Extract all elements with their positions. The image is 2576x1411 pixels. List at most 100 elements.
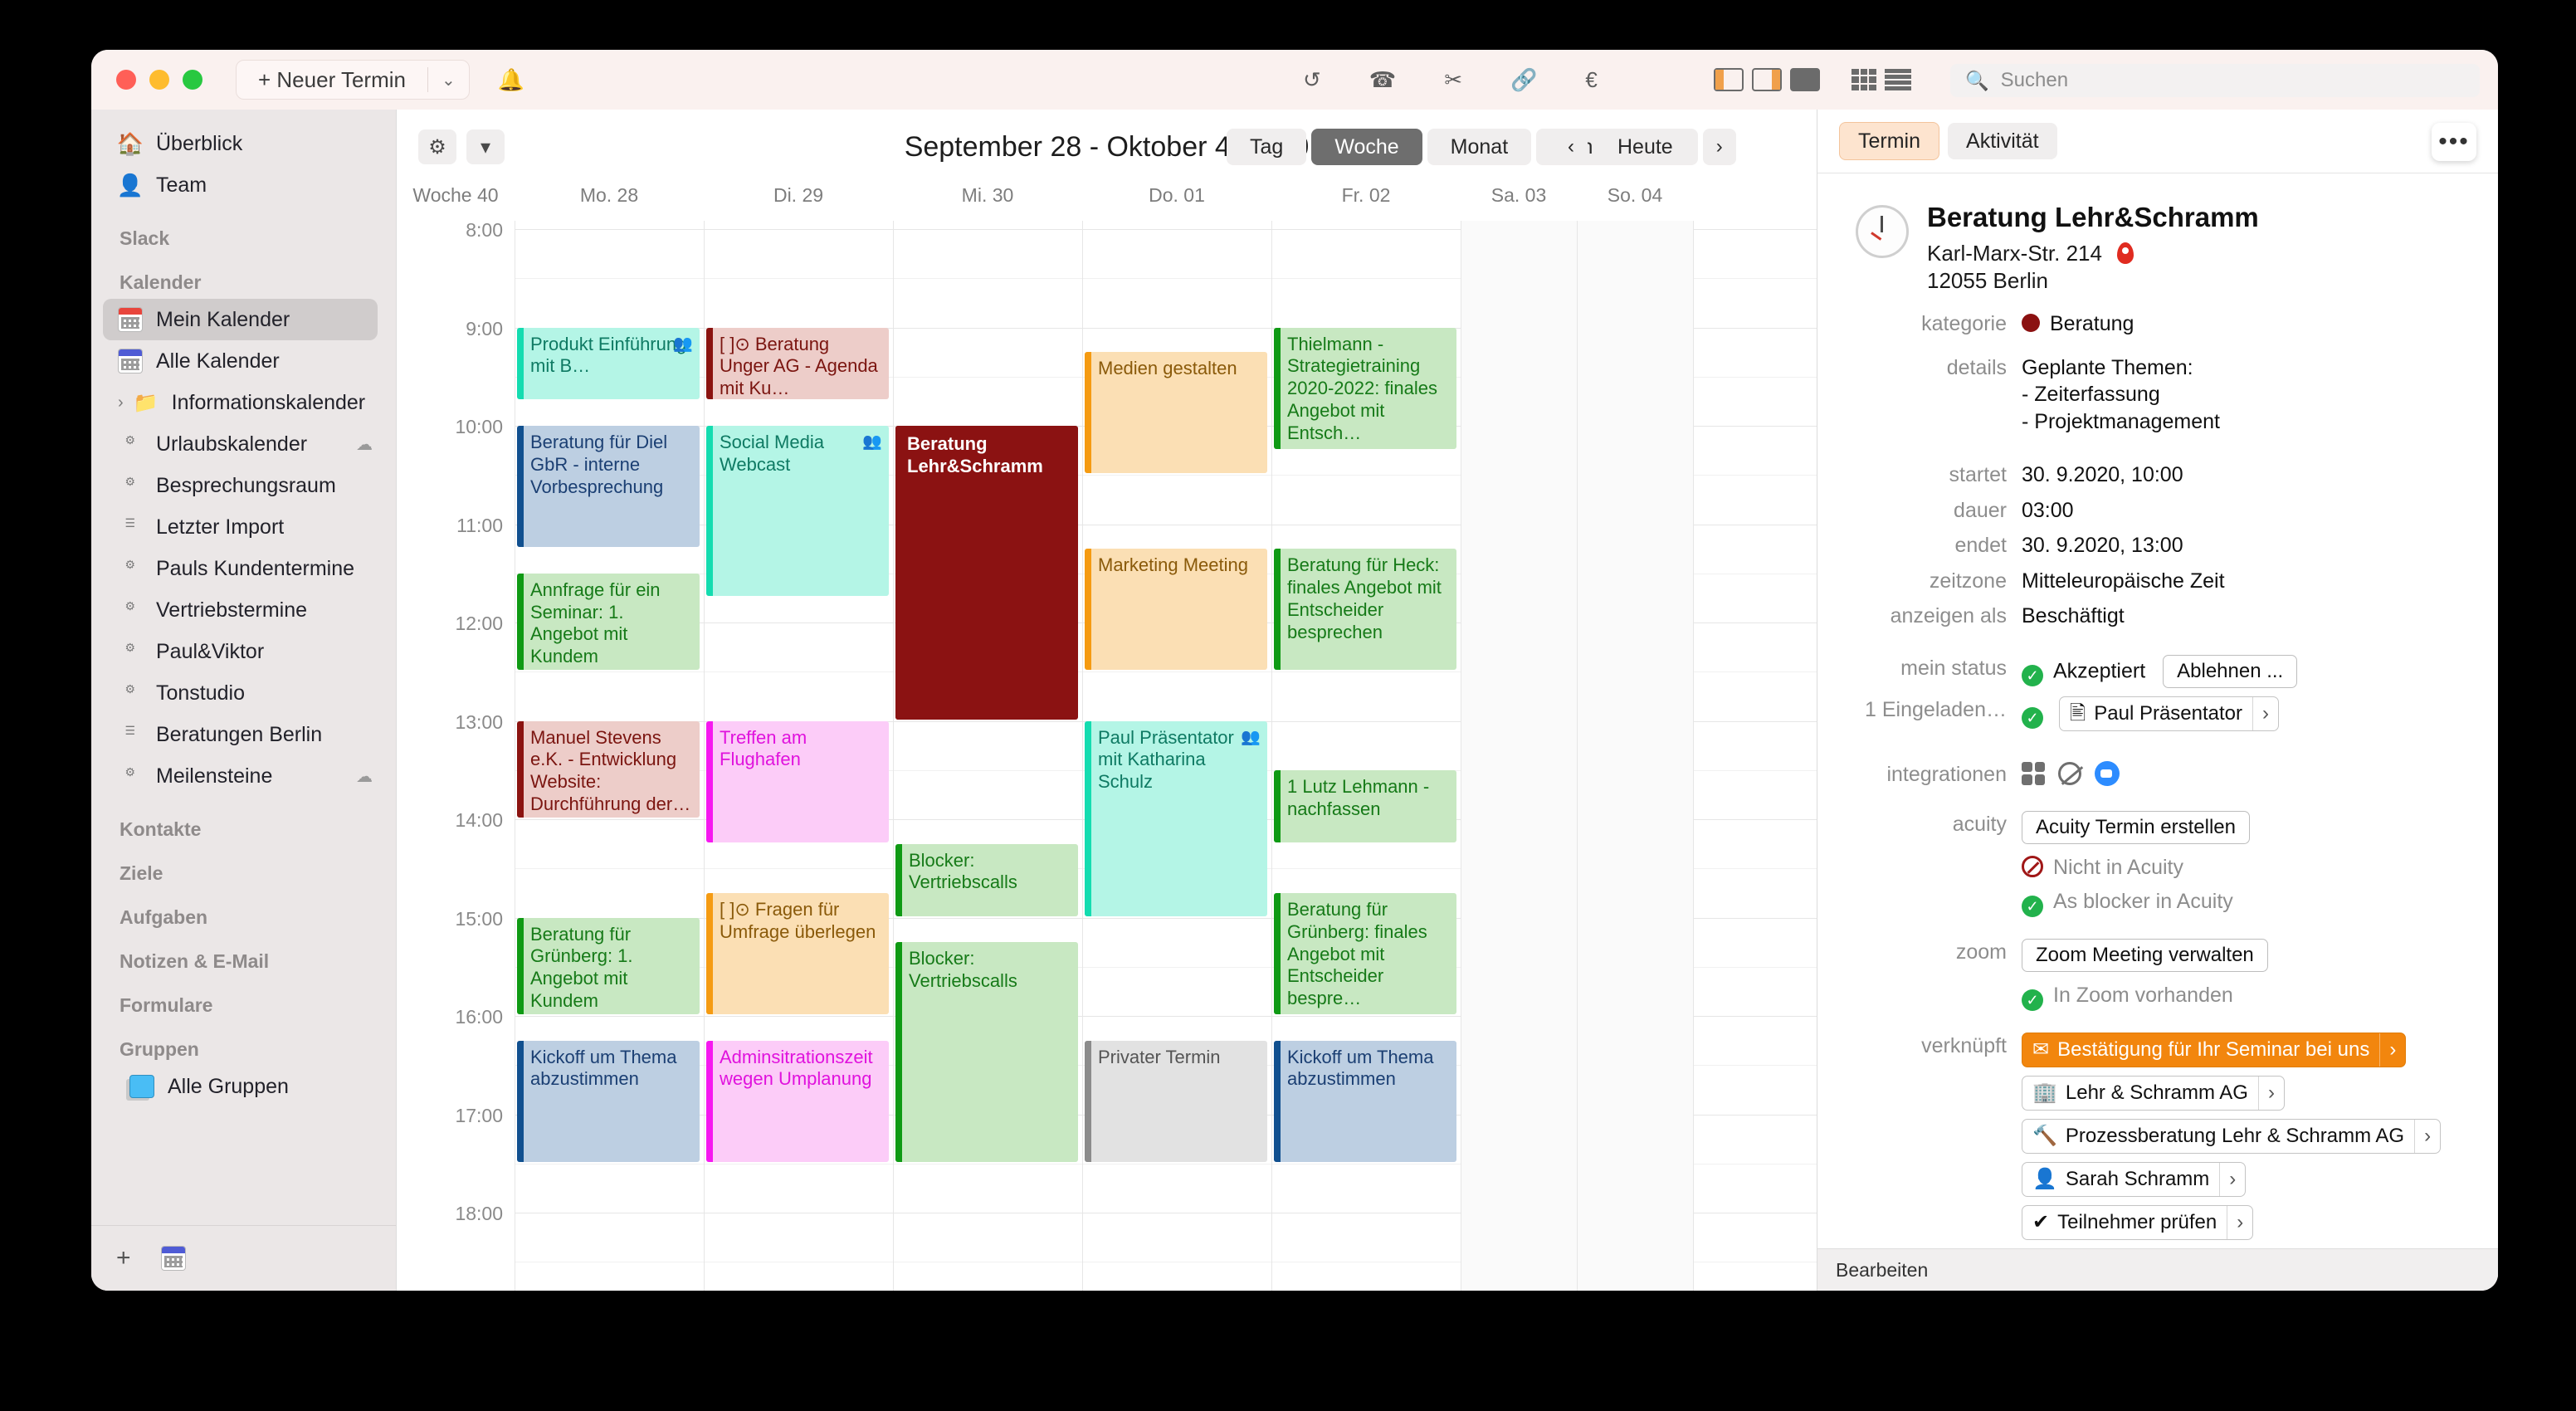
phone-icon[interactable]: ☎ xyxy=(1369,67,1396,93)
calendar-icon[interactable] xyxy=(160,1246,186,1271)
calendar-event[interactable]: Marketing Meeting xyxy=(1085,549,1267,671)
today-button[interactable]: Heute xyxy=(1593,129,1698,165)
left-panel-toggle-icon[interactable] xyxy=(1714,68,1744,91)
maximize-window-button[interactable] xyxy=(183,70,202,90)
sidebar-item-alle-gruppen[interactable]: Alle Gruppen xyxy=(91,1066,396,1107)
calendar-event[interactable]: Beratung für Grünberg: 1. Angebot mit Ku… xyxy=(517,917,700,1014)
sidebar-item-besprechungsraum[interactable]: ⚙ Besprechungsraum xyxy=(91,465,396,506)
week-number-label: Woche 40 xyxy=(412,184,499,206)
calendar-event[interactable]: Blocker: Vertriebscalls xyxy=(895,942,1078,1162)
more-options-button[interactable]: ••• xyxy=(2432,123,2476,161)
zoom-icon[interactable] xyxy=(2095,760,2120,786)
calendar-event[interactable]: 👥 Social Media Webcast xyxy=(706,426,889,597)
contact-card-icon: 🖹 xyxy=(2069,701,2086,725)
euro-icon[interactable]: € xyxy=(1585,67,1597,93)
slack-icon[interactable] xyxy=(2022,761,2045,785)
calendar-event[interactable]: 1 Lutz Lehmann - nachfassen xyxy=(1274,769,1456,842)
new-appointment-button[interactable]: + Neuer Termin ⌄ xyxy=(236,60,470,100)
chevron-right-icon[interactable]: › xyxy=(118,393,124,413)
day-header-6[interactable]: So. 04 xyxy=(1577,184,1693,221)
sidebar-item-tonstudio[interactable]: ⚙ Tonstudio xyxy=(91,672,396,714)
both-panels-toggle-icon[interactable] xyxy=(1790,68,1820,91)
list-view-icon[interactable] xyxy=(1885,69,1911,90)
attachment-icon[interactable]: 🔗 xyxy=(1510,67,1537,93)
decline-button[interactable]: Ablehnen ... xyxy=(2163,654,2298,688)
calendar-event[interactable]: Manuel Stevens e.K. - Entwicklung Websit… xyxy=(517,720,700,818)
calendar-event[interactable]: Kickoff um Thema abzustimmen xyxy=(1274,1040,1456,1162)
sidebar-item-urlaubskalender[interactable]: ⚙ Urlaubskalender ☁ xyxy=(91,423,396,465)
prev-week-button[interactable]: ‹ xyxy=(1554,129,1588,165)
day-header-3[interactable]: Do. 01 xyxy=(1082,184,1271,221)
clock-list-icon: ☰ xyxy=(124,516,135,530)
calendar-event[interactable]: Annfrage für ein Seminar: 1. Angebot mit… xyxy=(517,573,700,671)
calendar-event[interactable]: Blocker: Vertriebscalls xyxy=(895,843,1078,916)
event-color-bar xyxy=(1274,549,1281,671)
day-header-4[interactable]: Fr. 02 xyxy=(1271,184,1461,221)
chevron-down-icon[interactable]: ⌄ xyxy=(428,70,469,90)
sidebar-item-überblick[interactable]: 🏠 Überblick xyxy=(91,123,396,164)
sidebar-item-mein-kalender[interactable]: Mein Kalender xyxy=(103,299,378,340)
calendar-event[interactable]: Kickoff um Thema abzustimmen xyxy=(517,1040,700,1162)
calendar-event[interactable]: Medien gestalten xyxy=(1085,352,1267,474)
calendar-event[interactable]: Treffen am Flughafen xyxy=(706,720,889,842)
chevron-right-icon[interactable]: › xyxy=(2227,1205,2252,1239)
calendar-event[interactable]: 👥 Paul Präsentator mit Katharina Schulz xyxy=(1085,720,1267,916)
linked-item-token[interactable]: ✉ Bestätigung für Ihr Seminar bei uns › xyxy=(2022,1032,2407,1067)
calendar-event[interactable]: Beratung Lehr&Schramm xyxy=(895,426,1078,720)
calendar-event[interactable]: Beratung für Heck: finales Angebot mit E… xyxy=(1274,549,1456,671)
user-cut-icon[interactable]: ✂ xyxy=(1444,67,1462,93)
create-acuity-appointment-button[interactable]: Acuity Termin erstellen xyxy=(2022,811,2250,844)
day-header-0[interactable]: Mo. 28 xyxy=(515,184,704,221)
view-tab-tag[interactable]: Tag xyxy=(1227,129,1307,165)
sidebar-item-vertriebstermine[interactable]: ⚙ Vertriebstermine xyxy=(91,589,396,631)
gear-icon[interactable]: ⚙ xyxy=(418,129,456,164)
search-input[interactable]: 🔍 Suchen xyxy=(1950,64,2480,97)
linked-item-token[interactable]: 🏢 Lehr & Schramm AG › xyxy=(2022,1075,2285,1111)
sidebar-item-paul-viktor[interactable]: ⚙ Paul&Viktor xyxy=(91,631,396,672)
manage-zoom-meeting-button[interactable]: Zoom Meeting verwalten xyxy=(2022,938,2268,972)
calendar-event[interactable]: Adminsitrationszeit wegen Umplanung xyxy=(706,1040,889,1162)
right-panel-toggle-icon[interactable] xyxy=(1752,68,1782,91)
view-tab-woche[interactable]: Woche xyxy=(1311,129,1422,165)
view-tab-monat[interactable]: Monat xyxy=(1427,129,1532,165)
minimize-window-button[interactable] xyxy=(149,70,169,90)
chevron-right-icon[interactable]: › xyxy=(2257,1076,2284,1110)
calendar-event[interactable]: Beratung für Diel GbR - interne Vorbespr… xyxy=(517,426,700,548)
sidebar-item-meilensteine[interactable]: ⚙ Meilensteine ☁ xyxy=(91,755,396,797)
calendar-event[interactable]: [ ]⊙ Beratung Unger AG - Agenda mit Ku… xyxy=(706,327,889,400)
day-header-5[interactable]: Sa. 03 xyxy=(1461,184,1577,221)
sidebar-item-beratungen-berlin[interactable]: ☰ Beratungen Berlin xyxy=(91,714,396,755)
chevron-right-icon[interactable]: › xyxy=(2252,696,2278,730)
add-button[interactable]: + xyxy=(116,1244,131,1272)
filter-icon[interactable]: ▾ xyxy=(466,129,505,164)
panel-tab-termin[interactable]: Termin xyxy=(1839,122,1940,160)
calendar-event[interactable]: Thielmann - Strategietraining 2020-2022:… xyxy=(1274,327,1456,449)
linked-item-token[interactable]: 🔨 Prozessberatung Lehr & Schramm AG › xyxy=(2022,1118,2442,1154)
sidebar-item-pauls-kundentermine[interactable]: ⚙ Pauls Kundentermine xyxy=(91,548,396,589)
day-header-1[interactable]: Di. 29 xyxy=(704,184,893,221)
invitee-token[interactable]: 🖹 Paul Präsentator › xyxy=(2058,696,2280,731)
sidebar-item-alle-kalender[interactable]: Alle Kalender xyxy=(91,340,396,382)
map-pin-icon[interactable] xyxy=(2116,242,2134,265)
calendar-event[interactable]: [ ]⊙ Fragen für Umfrage überlegen xyxy=(706,892,889,1014)
linked-item-token[interactable]: ✔ Teilnehmer prüfen › xyxy=(2022,1204,2254,1240)
linked-item-token[interactable]: 👤 Sarah Schramm › xyxy=(2022,1161,2247,1197)
panel-footer[interactable]: Bearbeiten xyxy=(1817,1248,2498,1291)
chevron-right-icon[interactable]: › xyxy=(2414,1119,2440,1153)
calendar-event[interactable]: Privater Termin xyxy=(1085,1040,1267,1162)
sidebar-item-letzter-import[interactable]: ☰ Letzter Import xyxy=(91,506,396,548)
chevron-right-icon[interactable]: › xyxy=(2219,1162,2245,1196)
bell-icon[interactable]: 🔔 xyxy=(498,67,524,93)
grid-view-icon[interactable] xyxy=(1852,69,1876,90)
close-window-button[interactable] xyxy=(116,70,136,90)
day-header-2[interactable]: Mi. 30 xyxy=(893,184,1082,221)
calendar-event[interactable]: Beratung für Grünberg: finales Angebot m… xyxy=(1274,892,1456,1014)
sidebar-item-team[interactable]: 👤 Team xyxy=(91,164,396,206)
calendar-event[interactable]: 👥 Produkt Einführung mit B… xyxy=(517,327,700,400)
undo-icon[interactable]: ↺ xyxy=(1303,67,1321,93)
acuity-icon[interactable] xyxy=(2058,761,2081,785)
sidebar-item-informationskalender[interactable]: › 📁 Informationskalender xyxy=(91,382,396,423)
next-week-button[interactable]: › xyxy=(1702,129,1736,165)
panel-tab-aktivität[interactable]: Aktivität xyxy=(1948,123,2057,159)
chevron-right-icon[interactable]: › xyxy=(2379,1033,2405,1067)
